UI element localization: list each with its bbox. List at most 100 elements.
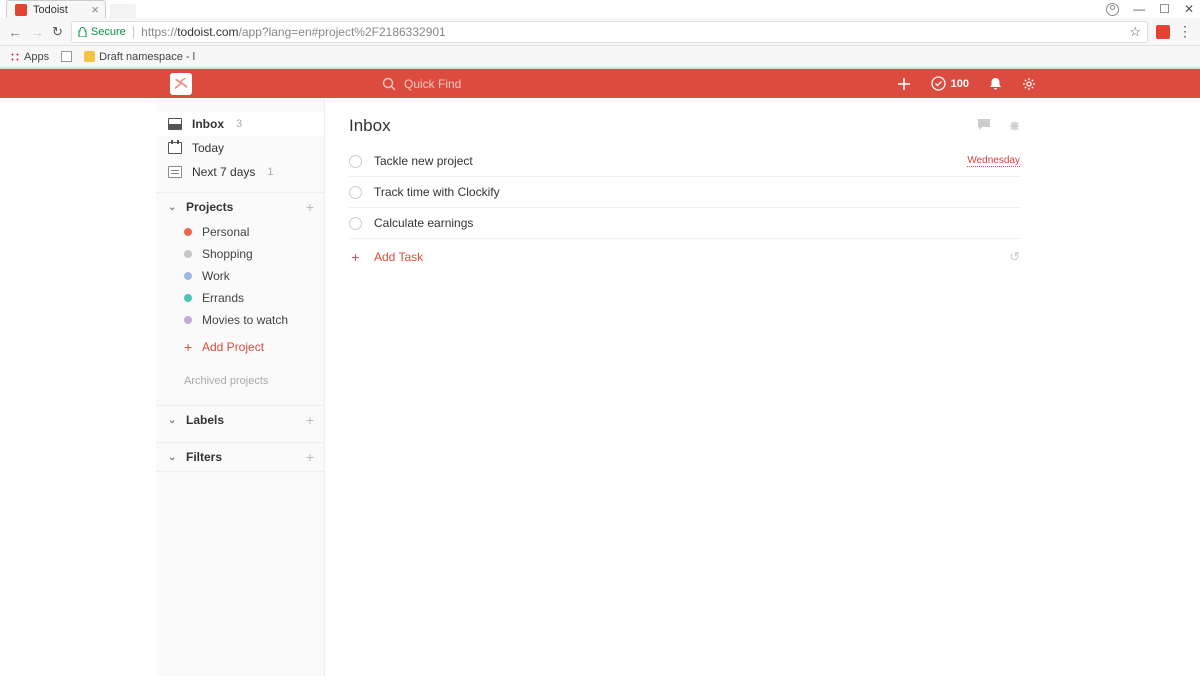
section-labels-label: Labels [186,413,224,427]
add-label-icon[interactable]: + [306,412,314,428]
nav-inbox-label: Inbox [192,117,224,131]
main-panel: Inbox ⋇ Tackle new project Wednesday Track… [325,98,1044,676]
section-filters[interactable]: ⌄ Filters + [156,442,324,472]
project-color-dot [184,228,192,236]
app-header: 100 [0,69,1200,98]
project-item[interactable]: Movies to watch [156,309,324,331]
task-checkbox[interactable] [349,186,362,199]
add-task-label: Add Task [374,250,423,264]
todoist-logo[interactable] [170,73,192,95]
close-tab-icon[interactable]: × [91,2,99,17]
url-input[interactable]: Secure | https://todoist.com/app?lang=en… [71,21,1148,43]
calendar-icon [168,166,182,178]
quick-add-button[interactable] [897,77,911,91]
task-row[interactable]: Track time with Clockify [349,177,1020,208]
project-label: Personal [202,225,249,239]
archived-projects[interactable]: Archived projects [156,361,324,397]
window-controls: — ☐ ✕ [1106,2,1194,16]
task-row[interactable]: Calculate earnings [349,208,1020,239]
project-label: Work [202,269,230,283]
header-actions: 100 [897,76,1036,91]
secure-label: Secure [91,26,126,38]
apps-bookmark[interactable]: Apps [10,51,49,63]
url-text: https://todoist.com/app?lang=en#project%… [141,25,446,39]
main-header: Inbox ⋇ [349,116,1020,136]
extension-icon[interactable] [1156,25,1170,39]
close-window-icon[interactable]: ✕ [1184,2,1194,16]
reload-button[interactable]: ↻ [52,24,63,40]
search-input[interactable] [404,77,564,91]
project-color-dot [184,294,192,302]
add-project-label: Add Project [202,340,264,354]
plus-icon: + [184,339,192,355]
search-icon [382,77,396,91]
page-icon [61,51,72,62]
app-body: Inbox 3 Today Next 7 days 1 ⌄ Projects +… [156,98,1044,676]
task-checkbox[interactable] [349,155,362,168]
bookmark-star-icon[interactable]: ☆ [1129,24,1141,40]
tab-favicon [15,4,27,16]
section-filters-label: Filters [186,450,222,464]
karma-counter[interactable]: 100 [931,76,969,91]
add-project-icon[interactable]: + [306,199,314,215]
task-row[interactable]: Tackle new project Wednesday [349,146,1020,177]
bookmarks-bar: Apps Draft namespace - l [0,46,1200,68]
bookmark-draft[interactable]: Draft namespace - l [84,51,195,63]
chevron-right-icon: ⌄ [168,415,180,426]
nav-next7-label: Next 7 days [192,165,255,179]
forward-button[interactable]: → [30,24,44,40]
inbox-icon [168,118,182,130]
project-item[interactable]: Personal [156,221,324,243]
project-item[interactable]: Work [156,265,324,287]
comments-icon[interactable] [977,118,991,134]
section-labels[interactable]: ⌄ Labels + [156,405,324,434]
add-filter-icon[interactable]: + [306,449,314,465]
settings-button[interactable] [1022,77,1036,91]
nav-today[interactable]: Today [156,136,324,160]
task-checkbox[interactable] [349,217,362,230]
task-due-date[interactable]: Wednesday [967,155,1020,167]
nav-inbox[interactable]: Inbox 3 [156,112,324,136]
project-label: Errands [202,291,244,305]
karma-icon [931,76,946,91]
karma-count: 100 [951,78,969,90]
bookmark-page[interactable] [61,51,72,62]
add-task-button[interactable]: + Add Task ↺ [349,239,1020,275]
browser-menu-icon[interactable]: ⋮ [1178,23,1192,40]
project-color-dot [184,316,192,324]
secure-badge: Secure [78,26,126,38]
project-item[interactable]: Shopping [156,243,324,265]
maximize-icon[interactable]: ☐ [1159,2,1170,16]
nav-next7[interactable]: Next 7 days 1 [156,160,324,184]
share-icon[interactable]: ⋇ [1009,118,1020,134]
tab-bar: Todoist × — ☐ ✕ [0,0,1200,18]
task-title: Tackle new project [374,154,473,168]
search-wrap [382,77,564,91]
minimize-icon[interactable]: — [1133,2,1145,16]
project-list: Personal Shopping Work Errands Movies to wat… [156,221,324,331]
plus-icon: + [349,249,362,265]
task-title: Calculate earnings [374,216,473,230]
back-button[interactable]: ← [8,24,22,40]
folder-icon [84,51,95,62]
chevron-down-icon: ⌄ [168,202,180,213]
account-icon[interactable] [1106,3,1119,16]
project-label: Shopping [202,247,253,261]
task-list: Tackle new project Wednesday Track time wi… [349,146,1020,239]
today-icon [168,142,182,154]
add-project-button[interactable]: + Add Project [156,331,324,361]
sidebar: Inbox 3 Today Next 7 days 1 ⌄ Projects +… [156,98,325,676]
apps-grid-icon [10,52,20,62]
browser-tab[interactable]: Todoist × [6,0,106,18]
project-label: Movies to watch [202,313,288,327]
section-projects[interactable]: ⌄ Projects + [156,192,324,221]
nav-inbox-count: 3 [236,118,242,130]
page-title: Inbox [349,116,391,136]
history-icon[interactable]: ↺ [1009,249,1020,265]
project-item[interactable]: Errands [156,287,324,309]
notifications-button[interactable] [989,77,1002,91]
main-header-actions: ⋇ [977,118,1020,134]
section-projects-label: Projects [186,200,233,214]
task-title: Track time with Clockify [374,185,500,199]
new-tab-button[interactable] [110,4,136,18]
